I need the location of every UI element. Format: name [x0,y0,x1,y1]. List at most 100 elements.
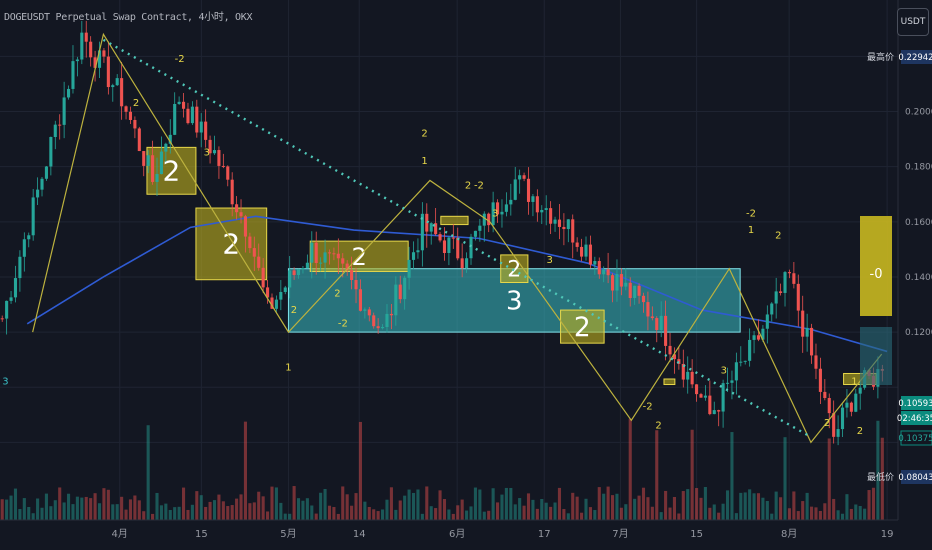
volume-bar [810,506,814,520]
time-tick-label: 17 [538,529,551,540]
volume-bar [655,430,659,520]
candle-body [301,268,305,270]
candle-body [248,236,252,249]
volume-bar [571,492,575,520]
candle-body [553,219,557,224]
price-chart[interactable]: 223222 -223212-233-2122-22133-22212 0.22… [0,0,932,550]
volume-bar [787,508,791,520]
candle-body [288,270,292,288]
annotation-label: 2 [465,181,471,192]
candle-body [641,295,646,303]
volume-bar [381,509,385,520]
candle-body [89,41,93,58]
candle-body [659,315,663,330]
volume-bar [146,425,150,520]
volume-bar [257,491,261,520]
volume-bar [204,506,208,520]
volume-bar [717,512,721,520]
candle-body [177,101,181,104]
volume-bar [36,498,40,520]
volume-bar [836,510,840,520]
candle-body [310,242,314,263]
candle-body [376,326,380,329]
volume-bar [442,499,447,520]
candle-body [67,88,71,98]
volume-bar [469,506,473,520]
candle-body [22,239,26,257]
annotation-label: 3 [2,377,8,388]
volume-bar [518,498,522,520]
volume-bar [195,491,199,520]
volume-bar [420,513,424,520]
volume-bar [159,505,163,520]
annotation-label: 3 [721,365,727,376]
volume-bar [288,513,292,520]
volume-bar [633,498,637,520]
volume-bar [743,492,747,520]
candle-body [257,256,261,268]
volume-bar [190,504,194,520]
volume-bar [274,487,278,520]
candle-body [142,151,146,166]
volume-bar [164,503,168,520]
candle-body [49,137,53,167]
zone-box [663,378,676,386]
candle-body [531,196,535,202]
volume-bar [540,498,544,520]
volume-bar [199,495,203,520]
volume-bar [58,487,62,520]
volume-bar [155,492,159,520]
candle-body [239,212,243,217]
low-price-badge: 0.08043 [898,473,932,483]
candle-body [628,282,632,298]
candle-body [62,97,66,125]
volume-bar [535,508,539,520]
volume-bar [438,490,442,520]
volume-bar [124,509,128,520]
volume-bar [756,493,761,520]
volume-bar [845,494,849,520]
volume-bar [465,510,469,520]
high-price-badge: 0.22942 [898,53,932,63]
candle-body [217,150,221,166]
candle-body [181,101,186,109]
candle-body [765,314,769,329]
annotation-label: 2 [824,418,830,429]
volume-bar [142,511,146,520]
time-axis[interactable]: 4月 15 5月 14 6月 17 7月 15 8月 19 [0,519,898,540]
volume-bar [305,498,309,520]
volume-bar [496,502,500,520]
volume-bar [858,506,862,520]
candle-body [44,166,48,179]
candle-body [305,262,309,269]
candle-body [522,175,526,179]
volume-bar [814,507,818,520]
volume-bar [646,497,650,520]
volume-bar [801,501,805,520]
volume-bar [9,495,13,520]
volume-bar [628,418,632,520]
price-tick-label: 0.12000 [905,328,932,338]
zone-label: 2 [163,155,181,188]
time-tick-label: 15 [690,529,703,540]
time-tick-label: 19 [881,529,894,540]
candle-body [381,326,385,329]
candle-body [283,287,287,292]
candle-body [783,272,787,293]
volume-bar [336,513,340,520]
annotation-label: 2 [133,98,139,109]
candle-body [482,213,486,226]
candle-body [686,371,690,380]
volume-bar [699,497,703,520]
candle-body [5,300,9,319]
volume-bar [725,490,730,520]
volume-bar [672,496,677,520]
candle-body [358,289,362,311]
candle-body [712,410,716,415]
volume-bar [690,429,694,520]
currency-unit-button[interactable]: USDT [897,8,929,36]
candle-body [717,410,721,412]
candle-body [650,316,654,319]
volume-bar [310,505,314,520]
volume-bar [641,487,646,520]
